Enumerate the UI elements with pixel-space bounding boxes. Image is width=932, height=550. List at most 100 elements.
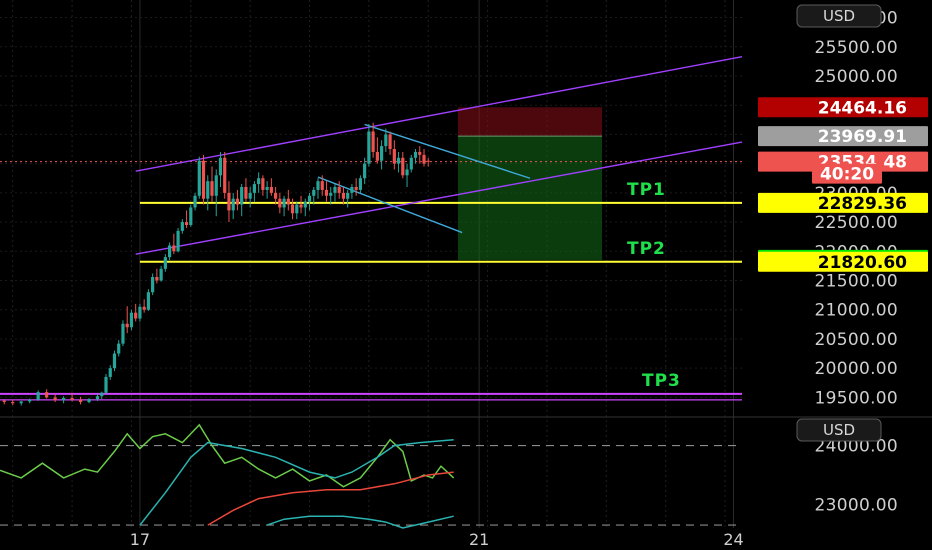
price-tag-label: 23969.91 — [818, 127, 907, 147]
candle-body — [371, 131, 375, 152]
price-tick-label: 20000.00 — [814, 359, 898, 379]
candle-body — [358, 178, 362, 190]
candle-body — [303, 201, 307, 208]
candle-body — [290, 204, 295, 214]
candle-body — [104, 376, 108, 393]
tp-label-tp3: TP3 — [642, 371, 681, 391]
candle-body — [62, 397, 66, 401]
date-tick-label: 17 — [130, 530, 150, 549]
candle-body — [409, 157, 413, 170]
date-tick-label: 24 — [723, 530, 743, 549]
price-tick-label: 25500.00 — [814, 38, 898, 58]
tp-label-tp2: TP2 — [627, 239, 666, 259]
candle-body — [333, 187, 337, 193]
candle-body — [168, 245, 172, 258]
candle-body — [329, 192, 333, 196]
candle-body — [108, 368, 112, 377]
candle-body — [388, 134, 392, 150]
date-tick-label: 21 — [469, 530, 489, 549]
candle-body — [112, 353, 117, 369]
candle-body — [346, 192, 350, 199]
price-tag-label: 40:20 — [820, 165, 874, 185]
candle-body — [218, 157, 223, 176]
candle-body — [210, 181, 214, 196]
candle-body — [11, 402, 15, 404]
candle-body — [223, 157, 227, 193]
take-profit-zone[interactable] — [457, 136, 603, 260]
candle-body — [375, 151, 379, 161]
candle-body — [78, 399, 83, 403]
candle-body — [172, 245, 176, 252]
candle-body — [206, 181, 210, 199]
candle-body — [320, 181, 324, 190]
candle-body — [363, 163, 367, 179]
chart-root: 26000.0025500.0025000.0024500.0024000.00… — [0, 0, 932, 550]
tp-label-tp1: TP1 — [627, 180, 666, 200]
candle-body — [367, 131, 371, 164]
candle-body — [197, 160, 201, 196]
price-tick-label: 19500.00 — [814, 388, 898, 408]
candle-body — [19, 401, 23, 404]
candle-body — [354, 187, 358, 190]
candle-body — [316, 181, 320, 190]
short-position-box[interactable] — [457, 107, 603, 260]
indicator-tick-label: 23000.00 — [814, 495, 898, 515]
candle-body — [142, 306, 146, 310]
candle-body — [295, 204, 299, 214]
price-tick-label: 25000.00 — [814, 67, 898, 87]
candle-body — [299, 204, 303, 208]
candle-body — [426, 160, 430, 162]
candle-body — [286, 198, 290, 205]
candle-body — [282, 198, 286, 208]
candle-body — [36, 392, 40, 400]
candle-body — [117, 343, 121, 354]
candle-body — [70, 397, 74, 400]
price-tag-label: 24464.16 — [818, 98, 907, 118]
candle-body — [244, 187, 248, 199]
indicator-currency-badge-label: USD — [823, 421, 855, 439]
candle-body — [231, 198, 235, 211]
candle-body — [121, 323, 125, 344]
candle-body — [193, 195, 197, 208]
candle-body — [151, 277, 155, 293]
candle-body — [227, 192, 231, 211]
candle-body — [214, 175, 218, 196]
candle-body — [155, 277, 159, 281]
candle-body — [138, 306, 142, 319]
price-tag-label: 21820.60 — [818, 253, 907, 273]
price-chart[interactable]: 26000.0025500.0025000.0024500.0024000.00… — [0, 0, 932, 550]
candle-body — [380, 146, 384, 161]
candle-body — [240, 187, 244, 205]
candle-body — [418, 151, 422, 155]
candle-body — [261, 178, 265, 190]
candle-body — [384, 134, 388, 147]
candle-body — [396, 157, 401, 164]
candle-body — [274, 192, 278, 199]
candle-body — [235, 198, 240, 205]
candle-body — [146, 292, 150, 310]
candle-body — [337, 187, 341, 193]
candle-body — [2, 400, 6, 403]
price-currency-badge-label: USD — [823, 7, 855, 25]
candle-body — [87, 399, 91, 403]
candle-body — [125, 323, 129, 328]
candle-body — [257, 178, 261, 185]
price-tick-label: 22500.00 — [814, 213, 898, 233]
candle-body — [134, 312, 138, 319]
price-tag-label: 22829.36 — [818, 194, 907, 214]
price-tick-label: 21500.00 — [814, 272, 898, 292]
candle-body — [189, 207, 193, 225]
candle-body — [201, 160, 206, 199]
price-tick-label: 21000.00 — [814, 301, 898, 321]
candle-body — [341, 192, 346, 199]
candle-body — [180, 222, 184, 231]
candle-body — [307, 195, 312, 202]
candle-body — [159, 268, 163, 281]
candle-body — [163, 257, 167, 269]
candle-body — [422, 154, 426, 164]
candle-body — [129, 312, 134, 328]
stop-loss-zone[interactable] — [457, 107, 603, 137]
candle-body — [312, 189, 316, 196]
candle-body — [265, 187, 269, 190]
price-tick-label: 20500.00 — [814, 330, 898, 350]
